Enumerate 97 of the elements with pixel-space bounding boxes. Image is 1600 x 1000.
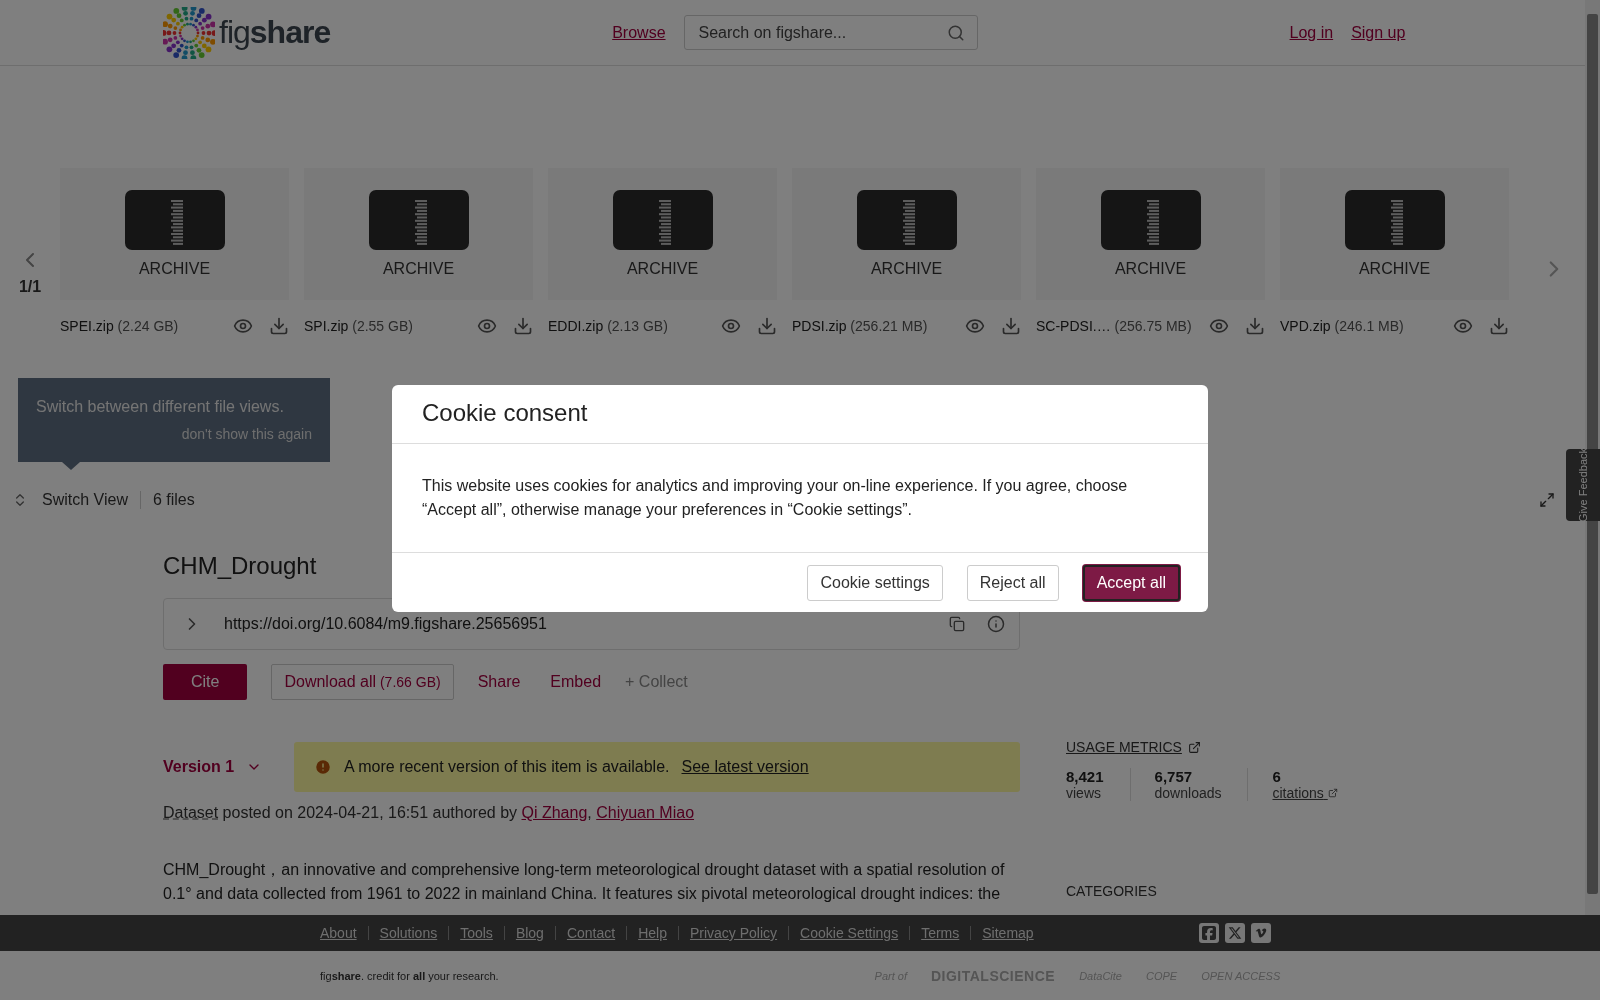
author-link[interactable]: Chiyuan Miao bbox=[596, 804, 695, 821]
archive-icon bbox=[124, 190, 225, 250]
download-icon[interactable] bbox=[1245, 316, 1265, 336]
file-type-label: ARCHIVE bbox=[626, 260, 699, 278]
posted-info: Dataset posted on 2024-04-21, 16:51 authored by Qi Zhang, Chiyuan Miao bbox=[163, 804, 696, 822]
file-count: 6 files bbox=[152, 491, 195, 509]
download-icon[interactable] bbox=[757, 316, 777, 336]
download-icon[interactable] bbox=[513, 316, 533, 336]
x-icon[interactable] bbox=[1224, 923, 1245, 943]
file-type-label: ARCHIVE bbox=[138, 260, 211, 278]
file-name: SC-PDSI.… (256.75 MB) bbox=[1036, 318, 1193, 334]
footer-link[interactable]: Blog bbox=[515, 925, 544, 941]
file-name: PDSI.zip (256.21 MB) bbox=[792, 318, 929, 334]
file-type-label: ARCHIVE bbox=[1358, 260, 1431, 278]
action-link[interactable]: Share bbox=[471, 664, 527, 700]
see-latest-link[interactable]: See latest version bbox=[681, 758, 809, 776]
external-link-icon bbox=[1327, 788, 1338, 798]
accept-button[interactable]: Accept all bbox=[1082, 565, 1180, 601]
action-link[interactable]: Embed bbox=[544, 664, 608, 700]
cite-button[interactable]: Cite bbox=[163, 664, 248, 700]
copy-icon[interactable] bbox=[949, 616, 965, 632]
preview-icon[interactable] bbox=[233, 316, 253, 336]
cookie-button[interactable]: Reject all bbox=[966, 565, 1059, 601]
logo-icon bbox=[163, 6, 215, 59]
info-icon[interactable] bbox=[987, 615, 1005, 633]
footer-link[interactable]: Terms bbox=[921, 925, 960, 941]
footer-link[interactable]: Solutions bbox=[379, 925, 438, 941]
download-icon[interactable] bbox=[1489, 316, 1509, 336]
preview-icon[interactable] bbox=[477, 316, 497, 336]
file-card[interactable]: ARCHIVE bbox=[792, 168, 1021, 300]
item-title: CHM_Drought bbox=[163, 552, 318, 580]
footer-link[interactable]: About bbox=[320, 925, 357, 941]
archive-icon bbox=[1100, 190, 1201, 250]
preview-icon[interactable] bbox=[965, 316, 985, 336]
dismiss-link[interactable]: don't show this again bbox=[181, 426, 312, 442]
description: CHM_Drought，an innovative and comprehensive long-term meteorological drought dataset with a spatial resolution of 0.1° and data collected from 1961 to 2022 in mainland China. It features six pivotal meteorological drought indices: the bbox=[163, 860, 1006, 904]
file-card[interactable]: ARCHIVE bbox=[1280, 168, 1509, 300]
file-name: VPD.zip (246.1 MB) bbox=[1280, 318, 1405, 334]
alert-icon bbox=[314, 758, 332, 776]
browse-link[interactable]: Browse bbox=[612, 23, 666, 42]
footer-link[interactable]: Contact bbox=[566, 925, 616, 941]
archive-icon bbox=[612, 190, 713, 250]
download-icon[interactable] bbox=[269, 316, 289, 336]
preview-icon[interactable] bbox=[721, 316, 741, 336]
page-indicator: 1/1 bbox=[18, 278, 42, 296]
author-link[interactable]: Qi Zhang bbox=[521, 804, 588, 821]
metric-value: 6,757 bbox=[1154, 768, 1194, 785]
figshare-logo[interactable]: figshare bbox=[163, 6, 331, 59]
metric-label: views bbox=[1066, 785, 1102, 801]
tooltip-text: Switch between different file views. bbox=[36, 398, 285, 416]
footer-link[interactable]: Help bbox=[638, 925, 667, 941]
vimeo-icon[interactable] bbox=[1250, 923, 1271, 943]
item-type-link[interactable]: Dataset bbox=[163, 804, 219, 821]
archive-icon bbox=[856, 190, 957, 250]
metric-label: downloads bbox=[1154, 785, 1222, 801]
cookie-button[interactable]: Cookie settings bbox=[807, 565, 943, 601]
doi-link: https://doi.org/10.6084/m9.figshare.25656951 bbox=[224, 615, 548, 633]
auth-link[interactable]: Sign up bbox=[1351, 23, 1406, 42]
metric-link[interactable]: citations bbox=[1272, 785, 1338, 801]
file-name: SPEI.zip (2.24 GB) bbox=[60, 318, 180, 334]
expand-icon[interactable] bbox=[1539, 492, 1555, 508]
archive-icon bbox=[368, 190, 469, 250]
preview-icon[interactable] bbox=[1209, 316, 1229, 336]
auth-link[interactable]: Log in bbox=[1289, 23, 1334, 42]
categories-heading: CATEGORIES bbox=[1066, 883, 1158, 899]
dialog-text: This website uses cookies for analytics and improving your on-line experience. If you agree, choose “Accept all”, otherwise manage your preferences in “Cookie settings”. bbox=[392, 444, 1208, 553]
file-type-label: ARCHIVE bbox=[382, 260, 455, 278]
search-icon bbox=[946, 23, 965, 42]
file-type-label: ARCHIVE bbox=[1114, 260, 1187, 278]
metric-value: 8,421 bbox=[1066, 768, 1104, 785]
dialog-title: Cookie consent bbox=[392, 385, 1208, 444]
file-name: SPI.zip (2.55 GB) bbox=[304, 318, 414, 334]
footer-link[interactable]: Sitemap bbox=[982, 925, 1034, 941]
notice-text: A more recent version of this item is available. bbox=[344, 758, 670, 776]
file-name: EDDI.zip (2.13 GB) bbox=[548, 318, 669, 334]
collect-link[interactable]: + Collect bbox=[625, 664, 688, 700]
footer-link[interactable]: Cookie Settings bbox=[800, 925, 899, 941]
file-card[interactable]: ARCHIVE bbox=[60, 168, 289, 300]
footer-link[interactable]: Tools bbox=[460, 925, 493, 941]
search-field[interactable]: Search on figshare... bbox=[683, 15, 978, 50]
feedback-tab[interactable]: Give Feedback bbox=[1566, 449, 1600, 521]
archive-icon bbox=[1344, 190, 1445, 250]
file-card[interactable]: ARCHIVE bbox=[548, 168, 777, 300]
download-icon[interactable] bbox=[1001, 316, 1021, 336]
external-link-icon bbox=[1187, 740, 1201, 754]
download-all-button[interactable]: Download all (7.66 GB) bbox=[271, 664, 454, 700]
switch-view-button[interactable]: Switch View bbox=[12, 491, 141, 509]
metric-value: 6 bbox=[1272, 768, 1282, 785]
file-type-label: ARCHIVE bbox=[870, 260, 943, 278]
footer-link[interactable]: Privacy Policy bbox=[689, 925, 778, 941]
version-dropdown[interactable]: Version 1 bbox=[163, 758, 294, 776]
facebook-icon[interactable] bbox=[1198, 923, 1219, 943]
file-card[interactable]: ARCHIVE bbox=[304, 168, 533, 300]
preview-icon[interactable] bbox=[1453, 316, 1473, 336]
usage-metrics-link[interactable]: USAGE METRICS bbox=[1066, 739, 1201, 755]
tagline: figshare. credit for all your research. bbox=[320, 969, 499, 982]
file-card[interactable]: ARCHIVE bbox=[1036, 168, 1265, 300]
